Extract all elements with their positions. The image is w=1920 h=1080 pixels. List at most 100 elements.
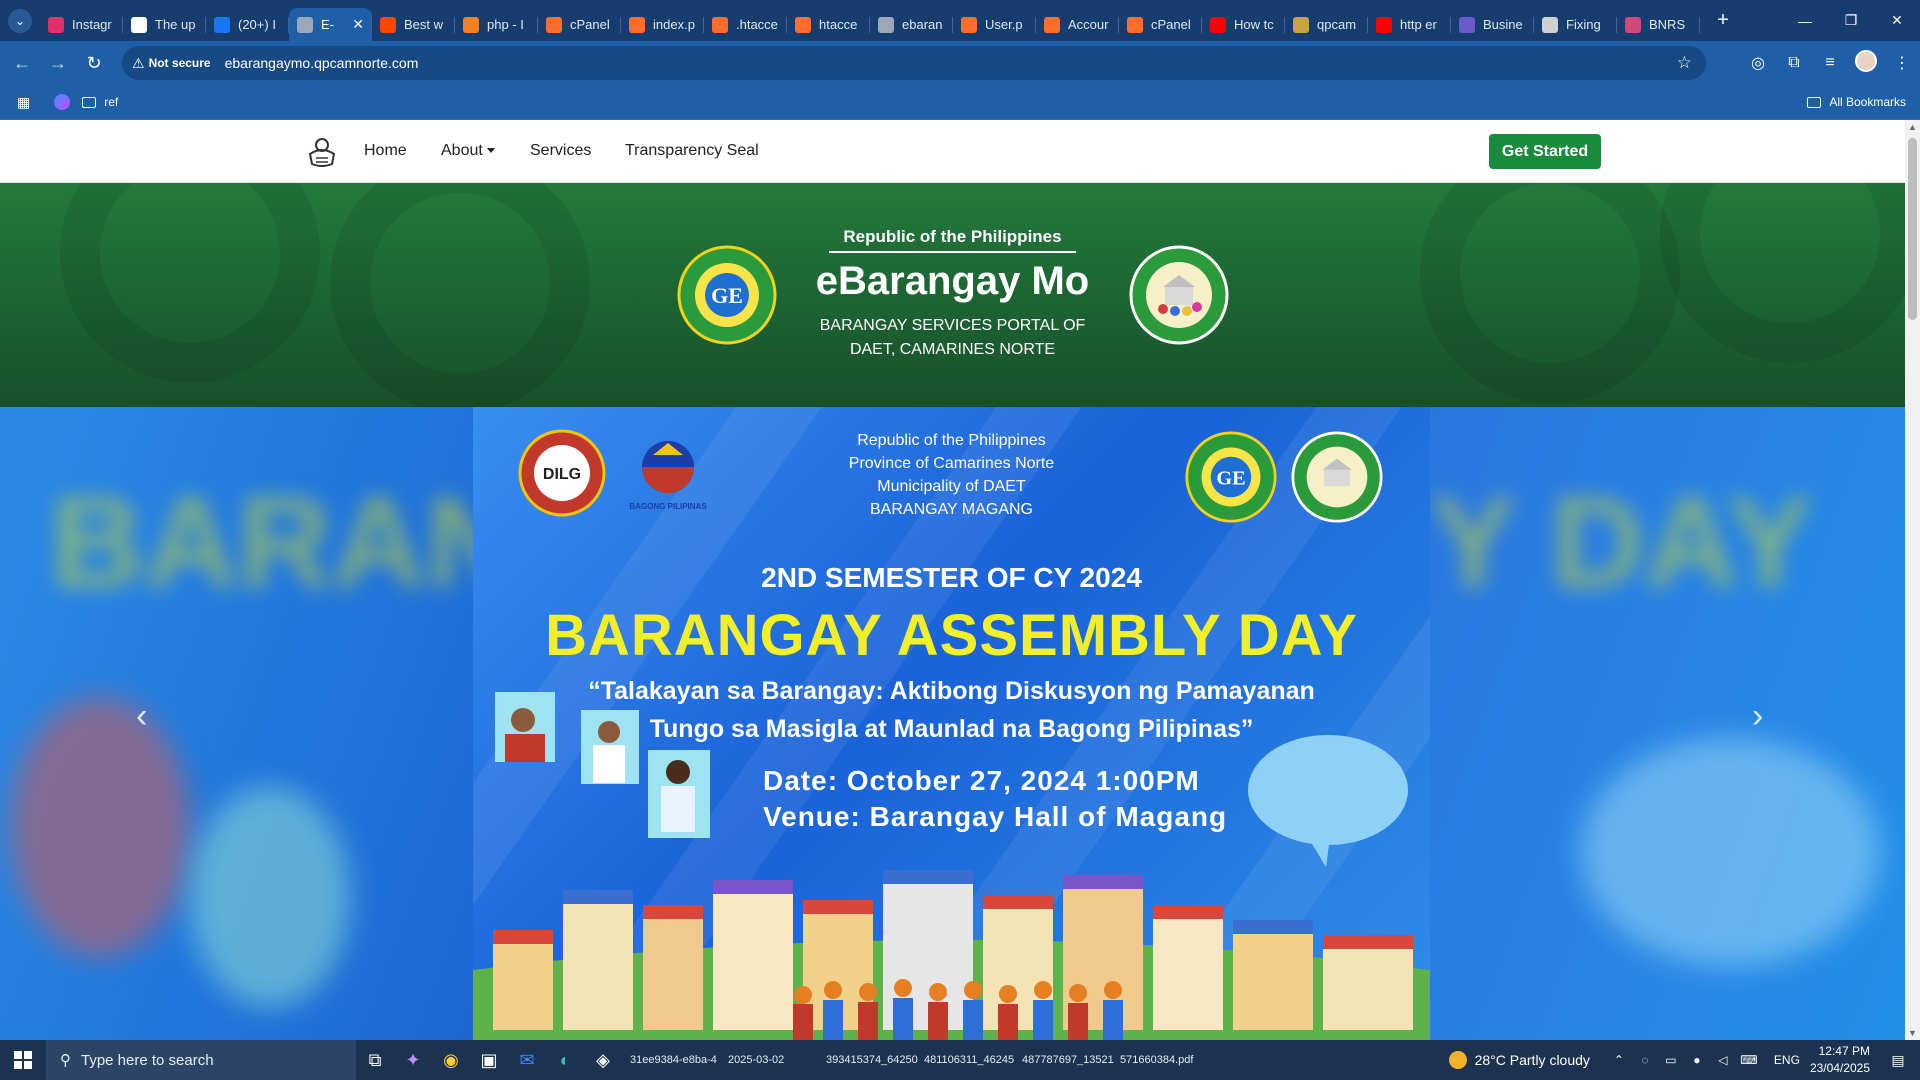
carousel-next-button[interactable]: › — [1752, 697, 1763, 736]
bookmark-folder-ref[interactable]: ref — [82, 95, 118, 109]
outlook-icon[interactable]: ✉ — [508, 1040, 546, 1080]
language-indicator[interactable]: ENG — [1774, 1053, 1800, 1067]
taskbar-file-thumbnail[interactable]: 31ee9384-e8ba-4 — [630, 1054, 726, 1066]
cpanel-icon — [546, 16, 562, 33]
menu-dots-icon[interactable]: ⋮ — [1884, 53, 1920, 73]
tab-search-button[interactable]: ⌄ — [8, 8, 32, 33]
close-window-button[interactable]: ✕ — [1874, 0, 1920, 41]
forward-button[interactable]: → — [40, 53, 76, 74]
browser-tab[interactable]: cPanel — [1119, 8, 1202, 41]
messenger-icon[interactable] — [54, 94, 71, 110]
page-scrollbar[interactable]: ▲ ▼ — [1905, 120, 1920, 1040]
task-view-icon[interactable]: ⧉ — [356, 1040, 394, 1080]
extensions-icon[interactable]: ⧉ — [1776, 54, 1812, 72]
browser-tab[interactable]: E- ✕ — [289, 8, 372, 41]
chevron-up-icon[interactable]: ⌃ — [1608, 1053, 1630, 1067]
stackoverflow-icon — [463, 16, 479, 33]
browser-tab[interactable]: Accour — [1036, 8, 1119, 41]
get-started-button[interactable]: Get Started — [1489, 134, 1601, 169]
browser-tab[interactable]: qpcam — [1285, 8, 1368, 41]
nav-home[interactable]: Home — [364, 142, 407, 160]
page-viewport: Home About Services Transparency Seal Ge… — [0, 120, 1905, 1040]
tab-list: Instagr The up (20+) I E- ✕ Best w php - I cPan… — [40, 0, 1700, 41]
site-logo-icon[interactable] — [304, 134, 340, 170]
browser-tab[interactable]: Best w — [372, 8, 455, 41]
system-clock[interactable]: 12:47 PM 23/04/2025 — [1810, 1043, 1870, 1077]
browser-tab[interactable]: ebaran — [870, 8, 953, 41]
security-indicator[interactable]: ⚠ Not secure — [132, 55, 211, 72]
instagram-icon — [48, 16, 64, 33]
blurred-figure — [190, 787, 350, 1007]
cpanel-icon — [1127, 16, 1143, 33]
weather-icon — [1448, 1051, 1467, 1069]
scrollbar-thumb[interactable] — [1908, 138, 1917, 320]
browser-tab[interactable]: Fixing — [1534, 8, 1617, 41]
nav-about[interactable]: About — [441, 142, 495, 160]
copilot-icon[interactable]: ✦ — [394, 1040, 432, 1080]
start-button[interactable] — [0, 1040, 46, 1080]
nav-services[interactable]: Services — [530, 142, 591, 160]
taskbar-file-thumbnail[interactable]: 481106311_46245 — [924, 1054, 1020, 1066]
browser-tab[interactable]: BNRS — [1617, 8, 1700, 41]
profile-avatar[interactable] — [1848, 49, 1884, 77]
network-icon[interactable]: ◌ — [1634, 1053, 1656, 1067]
town-illustration — [473, 870, 1430, 1040]
browser-tab[interactable]: Instagr — [40, 8, 123, 41]
reload-button[interactable]: ↻ — [76, 53, 112, 74]
new-tab-button[interactable]: + — [1710, 9, 1736, 32]
taskbar-file-thumbnail[interactable]: 2025-03-02 — [728, 1054, 824, 1066]
carousel-prev-button[interactable]: ‹ — [136, 697, 147, 736]
browser-tab[interactable]: User.p — [953, 8, 1036, 41]
chrome-icon[interactable]: ◉ — [432, 1040, 470, 1080]
taskbar-file-thumbnail[interactable]: 571660384.pdf — [1120, 1054, 1216, 1066]
browser-tab[interactable]: http er — [1368, 8, 1451, 41]
url-text[interactable]: ebarangaymo.qpcamnorte.com — [225, 55, 419, 71]
edge-icon[interactable]: ◐ — [546, 1040, 584, 1080]
browser-tab[interactable]: The up — [123, 8, 206, 41]
browser-tab[interactable]: index.p — [621, 8, 704, 41]
browser-tab[interactable]: How tc — [1202, 8, 1285, 41]
store-icon[interactable]: ▣ — [470, 1040, 508, 1080]
notifications-icon[interactable]: ▤ — [1884, 1052, 1912, 1069]
poster-header-line: BARANGAY MAGANG — [870, 501, 1033, 518]
all-bookmarks-button[interactable]: All Bookmarks — [1807, 95, 1906, 109]
apps-grid-icon[interactable]: ▦ — [17, 94, 30, 111]
bookmark-star-icon[interactable]: ☆ — [1677, 53, 1692, 73]
close-tab-icon[interactable]: ✕ — [352, 16, 364, 33]
folder-icon — [1807, 96, 1822, 108]
tab-label: Busine — [1483, 17, 1523, 32]
clock-time: 12:47 PM — [1818, 1044, 1870, 1058]
nav-transparency-seal[interactable]: Transparency Seal — [625, 142, 759, 160]
restore-button[interactable]: ❐ — [1828, 0, 1874, 41]
keyboard-icon[interactable]: ⌨ — [1738, 1053, 1760, 1067]
scroll-up-icon[interactable]: ▲ — [1908, 122, 1917, 132]
hero-subtitle: BARANGAY SERVICES PORTAL OF DAET, CAMARI… — [0, 314, 1905, 362]
bookmarks-bar: ▦ ref All Bookmarks — [0, 85, 1920, 120]
browser-tab[interactable]: .htacce — [704, 8, 787, 41]
back-button[interactable]: ← — [4, 53, 40, 74]
taskbar-search-box[interactable]: ⚲ Type here to search — [46, 1040, 356, 1080]
taskbar-file-thumbnail[interactable]: 487787697_13521 — [1022, 1054, 1118, 1066]
taskbar-file-thumbnail[interactable]: 393415374_64250 — [826, 1054, 922, 1066]
browser-tab[interactable]: Busine — [1451, 8, 1534, 41]
address-bar[interactable]: ⚠ Not secure ebarangaymo.qpcamnorte.com … — [122, 46, 1706, 80]
media-control-icon[interactable]: ≡ — [1812, 54, 1848, 72]
browser-tab[interactable]: cPanel — [538, 8, 621, 41]
browser-tab[interactable]: (20+) I — [206, 8, 289, 41]
grammarly-icon[interactable]: ◎ — [1740, 53, 1776, 73]
hero-title: eBarangay Mo — [815, 259, 1090, 303]
clock-date: 23/04/2025 — [1809, 1061, 1870, 1075]
scroll-down-icon[interactable]: ▼ — [1908, 1028, 1917, 1038]
minimize-button[interactable]: — — [1782, 0, 1828, 41]
poster-header-line: Republic of the Philippines — [857, 432, 1046, 449]
weather-widget[interactable]: 28°C Partly cloudy — [1448, 1051, 1590, 1069]
battery-icon[interactable]: ▭ — [1660, 1053, 1682, 1067]
microphone-icon[interactable]: ● — [1686, 1053, 1708, 1067]
tab-label: The up — [155, 17, 196, 32]
hero-republic: Republic of the Philippines — [829, 227, 1076, 253]
caret-down-icon — [486, 148, 495, 154]
volume-icon[interactable]: ◁ — [1712, 1053, 1734, 1067]
browser-tab[interactable]: php - I — [455, 8, 538, 41]
browser-tab[interactable]: htacce — [787, 8, 870, 41]
app-icon[interactable]: ◈ — [584, 1040, 622, 1080]
